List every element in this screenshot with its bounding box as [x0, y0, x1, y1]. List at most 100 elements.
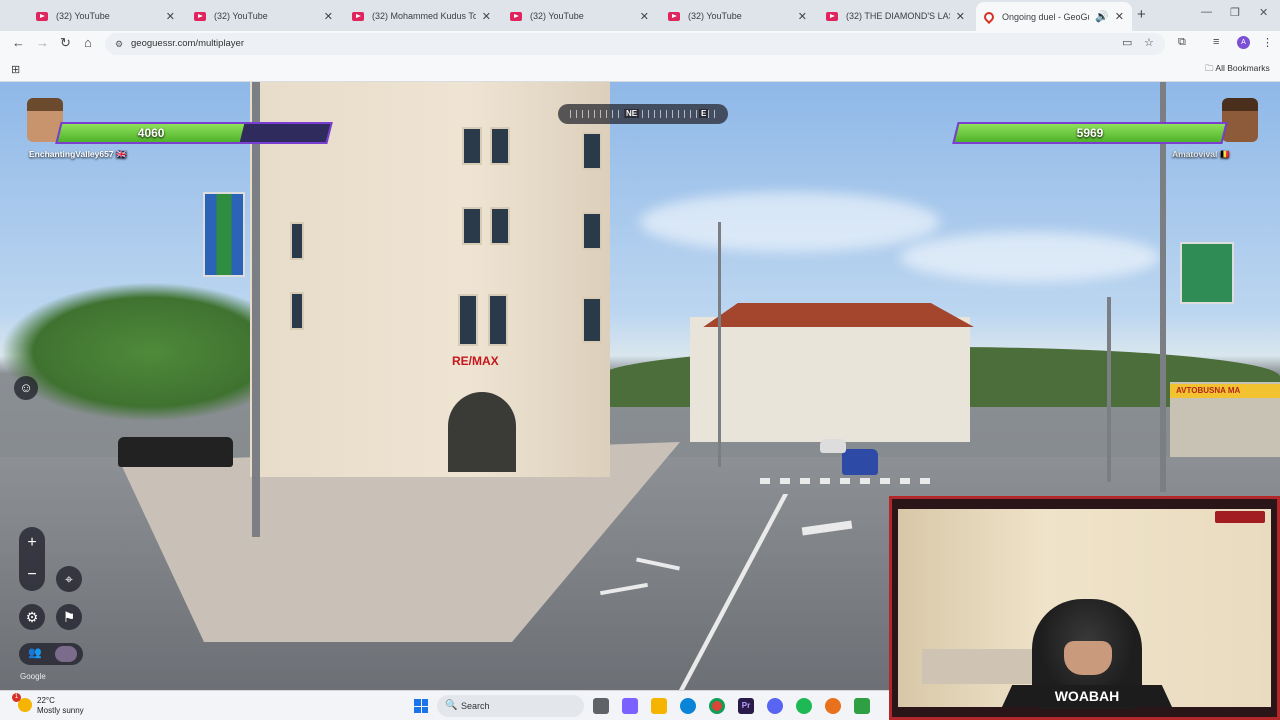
window	[462, 207, 482, 245]
apps-grid-icon[interactable]: ⊞	[11, 63, 20, 76]
window	[582, 132, 602, 170]
zoom-out-button[interactable]: −	[19, 559, 45, 591]
player1-name: EnchantingValley657 🇬🇧	[29, 149, 127, 159]
tab-youtube-1[interactable]: (32) YouTube ✕	[28, 4, 183, 28]
window	[490, 127, 510, 165]
window	[462, 127, 482, 165]
smiley-icon: ☺	[19, 380, 33, 395]
back-button[interactable]: ←	[12, 35, 25, 50]
tab-youtube-3[interactable]: (32) Mohammed Kudus Totten✕	[344, 4, 499, 28]
copilot-icon[interactable]	[622, 698, 638, 714]
trees	[0, 282, 250, 422]
youtube-icon	[826, 11, 838, 21]
search-icon: 🔍	[445, 700, 458, 711]
close-icon[interactable]: ✕	[166, 10, 175, 23]
shelf	[922, 649, 1032, 684]
audio-icon[interactable]: 🔊	[1095, 10, 1109, 23]
minimize-button[interactable]: —	[1201, 6, 1212, 18]
file-explorer-icon[interactable]	[651, 698, 667, 714]
app-icon[interactable]	[854, 698, 870, 714]
profile-avatar[interactable]: A	[1237, 36, 1250, 49]
windows-taskbar: 1 22°C Mostly sunny 🔍 Search Pr	[0, 690, 889, 720]
reload-button[interactable]: ↻	[60, 35, 71, 51]
roof	[703, 303, 974, 327]
discord-icon[interactable]	[767, 698, 783, 714]
zoom-controls: + −	[19, 527, 45, 591]
player2-name: Amatovival 🇧🇪	[1172, 149, 1231, 159]
traffic-light-pole	[1107, 297, 1111, 482]
pin-button[interactable]: ⌖	[56, 566, 82, 592]
webcam-overlay: WOABAH	[889, 496, 1280, 720]
car	[842, 449, 878, 475]
tab-geoguessr[interactable]: Ongoing duel - GeoGuessr🔊✕	[976, 2, 1132, 31]
cloud	[640, 192, 940, 252]
live-badge	[1215, 511, 1265, 523]
forward-button[interactable]: →	[36, 35, 49, 50]
windows-start-icon[interactable]	[414, 699, 428, 713]
player2-health-bar: 5969	[952, 122, 1228, 144]
browser-toolbar: ← → ↻ ⌂ ⚙ geoguessr.com/multiplayer ▭ ☆ ⧉…	[0, 31, 1280, 56]
close-icon[interactable]: ✕	[640, 10, 649, 23]
edge-icon[interactable]	[680, 698, 696, 714]
settings-button[interactable]: ⚙	[19, 604, 45, 630]
new-tab-button[interactable]: +	[1137, 6, 1146, 23]
compass-heading: NE	[624, 109, 640, 118]
tab-youtube-4[interactable]: (32) YouTube ✕	[502, 4, 657, 28]
lamp-pole	[252, 82, 260, 537]
all-bookmarks[interactable]: 🗀 All Bookmarks	[1205, 63, 1270, 77]
task-view-icon[interactable]	[593, 698, 609, 714]
extensions-icon[interactable]: ⧉	[1178, 36, 1186, 49]
youtube-icon	[510, 11, 522, 21]
taskbar-search[interactable]: 🔍 Search	[437, 695, 584, 717]
media-controls-icon[interactable]: ≡	[1213, 36, 1219, 48]
app-icon[interactable]	[825, 698, 841, 714]
streamer-name-label: WOABAH	[1002, 685, 1172, 707]
team-chat-button[interactable]: 👥	[19, 643, 83, 665]
cast-icon[interactable]: ▭	[1122, 36, 1132, 49]
compass: NE E	[558, 104, 728, 124]
cloud	[900, 232, 1160, 282]
compass-next: E	[699, 109, 709, 118]
notification-badge: 1	[12, 693, 21, 702]
close-icon[interactable]: ✕	[482, 10, 491, 23]
close-icon[interactable]: ✕	[798, 10, 807, 23]
distant-building	[690, 303, 974, 442]
banner-flag	[203, 192, 245, 277]
close-icon[interactable]: ✕	[1115, 10, 1124, 23]
window	[290, 222, 304, 260]
window	[290, 292, 304, 330]
premiere-icon[interactable]: Pr	[738, 698, 754, 714]
zoom-in-button[interactable]: +	[19, 527, 45, 559]
close-icon[interactable]: ✕	[956, 10, 965, 23]
menu-icon[interactable]: ⋮	[1262, 36, 1273, 49]
window-close-button[interactable]: ✕	[1259, 6, 1268, 19]
weather-widget[interactable]: 1 22°C Mostly sunny	[12, 693, 84, 716]
emote-button[interactable]: ☺	[14, 376, 38, 400]
avatar	[55, 646, 77, 662]
bus-station: AVTOBUSNA MA	[1170, 382, 1280, 457]
tab-youtube-2[interactable]: (32) YouTube ✕	[186, 4, 341, 28]
tab-youtube-6[interactable]: (32) THE DIAMOND'S LAST DA✕	[818, 4, 973, 28]
bookmarks-bar: ⊞ 🗀 All Bookmarks	[0, 56, 1280, 82]
site-info-icon[interactable]: ⚙	[115, 33, 123, 55]
tab-youtube-5[interactable]: (32) YouTube ✕	[660, 4, 815, 28]
map-pin-icon	[981, 9, 997, 24]
player1-health-bar: 4060	[55, 122, 333, 144]
window	[488, 294, 508, 346]
home-button[interactable]: ⌂	[84, 35, 92, 50]
restore-button[interactable]: ❐	[1230, 6, 1240, 19]
youtube-icon	[36, 11, 48, 21]
spotify-icon[interactable]	[796, 698, 812, 714]
people-icon: 👥	[28, 647, 42, 659]
player2-avatar	[1222, 98, 1258, 142]
return-to-start-button[interactable]: ⚑	[56, 604, 82, 630]
remax-sign: RE/MAX	[452, 354, 499, 368]
tab-strip: (32) YouTube ✕ (32) YouTube ✕ (32) Mohamme…	[0, 0, 1280, 31]
window	[458, 294, 478, 346]
close-icon[interactable]: ✕	[324, 10, 333, 23]
youtube-icon	[352, 11, 364, 21]
address-bar[interactable]: ⚙ geoguessr.com/multiplayer	[105, 33, 1165, 55]
chrome-icon[interactable]	[709, 698, 725, 714]
bookmark-star-icon[interactable]: ☆	[1144, 36, 1154, 49]
shop-entrance	[448, 392, 516, 472]
